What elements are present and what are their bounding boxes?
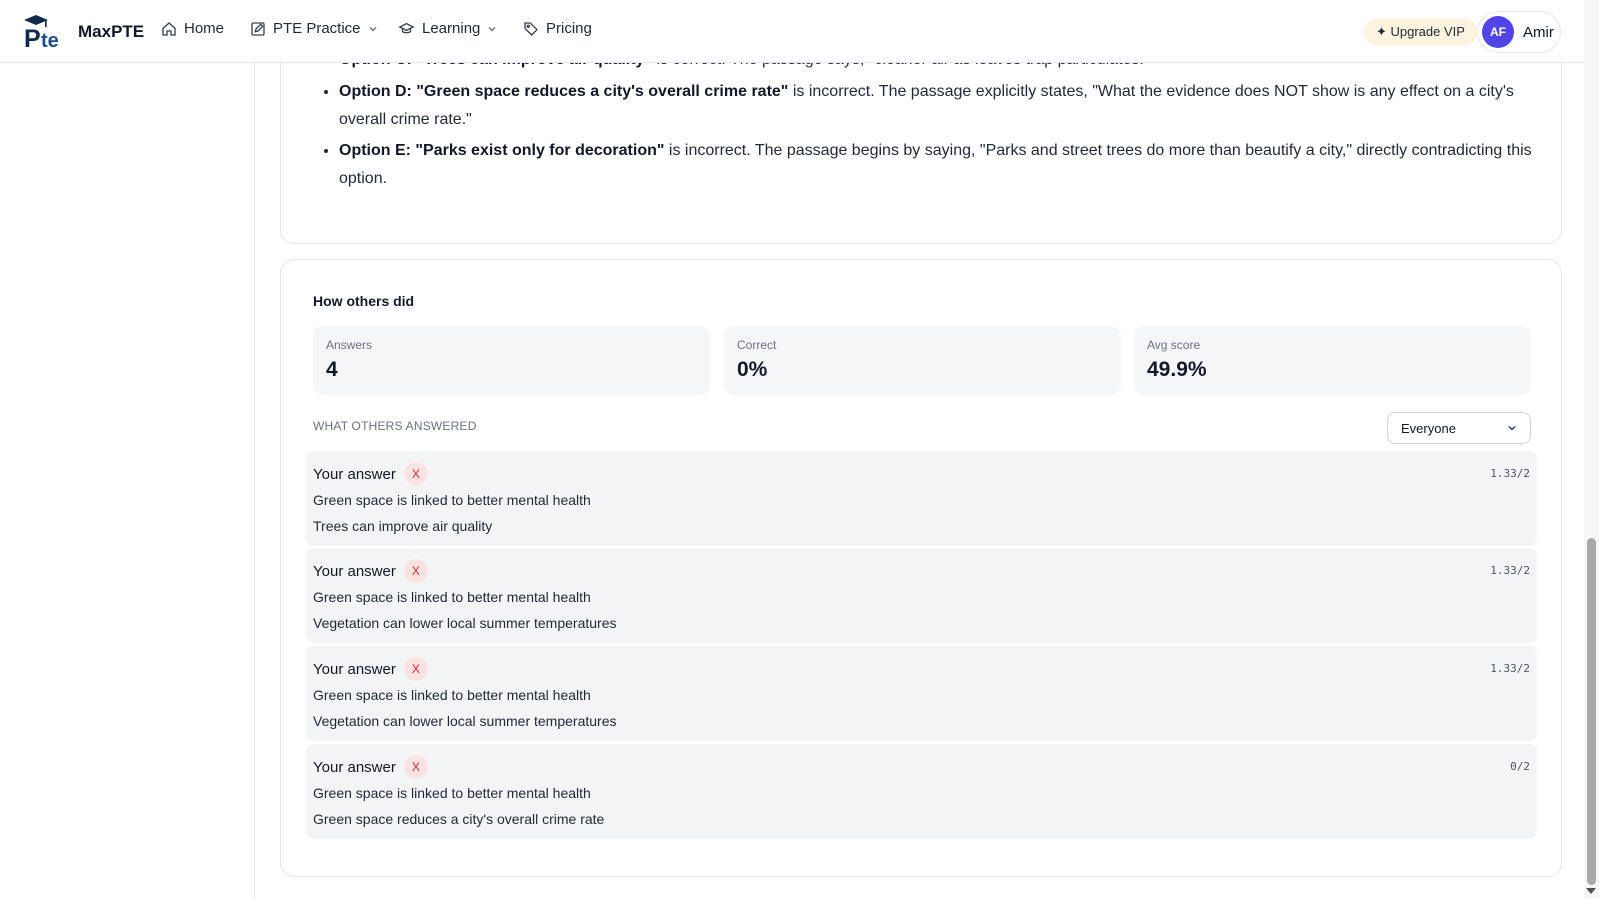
how-others-did-card: How others did Answers 4 Correct 0% Avg … (280, 259, 1562, 877)
chevron-down-icon (368, 24, 378, 34)
tag-icon (523, 21, 539, 37)
stat-value: 0% (737, 358, 768, 381)
upgrade-vip-button[interactable]: ✦ Upgrade VIP (1364, 18, 1477, 46)
answer-row: Your answer X 1.33/2 Green space is link… (306, 548, 1537, 643)
nav-pte-practice-label: PTE Practice (273, 20, 361, 37)
stat-value: 4 (326, 358, 338, 381)
incorrect-badge: X (403, 755, 428, 779)
answer-choice: Green space is linked to better mental h… (313, 589, 591, 605)
explanation-item: Option E: "Parks exist only for decorati… (339, 137, 1539, 193)
stat-label: Answers (326, 338, 373, 352)
stat-avg-score: Avg score 49.9% (1134, 326, 1531, 395)
answer-label: Your answer (313, 758, 396, 776)
logo-text: MaxPTE (78, 22, 145, 41)
answer-choice: Trees can improve air quality (313, 518, 493, 534)
answer-label: Your answer (313, 660, 396, 678)
top-navigation: P te MaxPTE Home PTE Practice Learning P… (0, 0, 1584, 63)
answer-row: Your answer X 1.33/2 Green space is link… (306, 451, 1537, 546)
chevron-down-icon (1506, 422, 1518, 437)
edit-icon (250, 21, 266, 37)
explanation-item: Option D: "Green space reduces a city's … (339, 78, 1539, 134)
nav-learning[interactable]: Learning (398, 20, 497, 37)
nav-pricing-label: Pricing (546, 20, 592, 37)
answer-row: Your answer X 1.33/2 Green space is link… (306, 646, 1537, 741)
nav-home[interactable]: Home (161, 20, 224, 37)
sidebar (0, 63, 255, 899)
home-icon (161, 21, 177, 37)
nav-pte-practice[interactable]: PTE Practice (250, 20, 378, 37)
answer-score: 1.33/2 (1490, 662, 1530, 675)
answer-label: Your answer (313, 562, 396, 580)
stat-correct: Correct 0% (724, 326, 1121, 395)
user-menu[interactable]: AF Amir (1477, 11, 1561, 53)
stat-value: 49.9% (1147, 358, 1207, 381)
filter-selected-value: Everyone (1401, 420, 1456, 436)
logo[interactable]: P te MaxPTE (22, 14, 145, 53)
audience-filter-select[interactable]: Everyone (1387, 412, 1531, 444)
answer-choice: Green space reduces a city's overall cri… (313, 811, 605, 827)
svg-text:P: P (24, 25, 41, 50)
answer-choice: Vegetation can lower local summer temper… (313, 713, 617, 729)
explanation-option-title: Option D: "Green space reduces a city's … (339, 83, 789, 100)
graduation-cap-icon (398, 21, 415, 37)
answer-header: Your answer X (313, 462, 428, 486)
explanation-option-title: Option E: "Parks exist only for decorati… (339, 142, 665, 159)
user-name: Amir (1523, 23, 1554, 41)
incorrect-badge: X (403, 462, 428, 486)
chevron-down-icon (487, 24, 497, 34)
nav-pricing[interactable]: Pricing (523, 20, 592, 37)
pte-logo-icon: P te (22, 14, 68, 53)
stat-label: Correct (737, 338, 777, 352)
nav-home-label: Home (184, 20, 225, 37)
section-title: How others did (313, 293, 415, 309)
incorrect-badge: X (403, 657, 428, 681)
incorrect-badge: X (403, 559, 428, 583)
what-others-answered-label: WHAT OTHERS ANSWERED (313, 419, 477, 433)
answer-score: 1.33/2 (1490, 467, 1530, 480)
answer-row: Your answer X 0/2 Green space is linked … (306, 744, 1537, 839)
answer-header: Your answer X (313, 559, 428, 583)
stat-answers: Answers 4 (313, 326, 710, 395)
answer-choice: Vegetation can lower local summer temper… (313, 615, 617, 631)
answer-header: Your answer X (313, 755, 428, 779)
answer-choice: Green space is linked to better mental h… (313, 687, 591, 703)
svg-text:te: te (41, 30, 59, 50)
stat-label: Avg score (1147, 338, 1201, 352)
upgrade-vip-label: ✦ Upgrade VIP (1376, 24, 1465, 39)
answer-label: Your answer (313, 465, 396, 483)
scroll-down-arrow-icon[interactable] (1586, 888, 1596, 894)
nav-learning-label: Learning (422, 20, 481, 37)
answer-score: 0/2 (1510, 760, 1530, 773)
answer-header: Your answer X (313, 657, 428, 681)
page-scrollbar[interactable] (1584, 0, 1599, 899)
answer-choice: Green space is linked to better mental h… (313, 785, 591, 801)
scrollbar-thumb[interactable] (1587, 538, 1596, 885)
avatar: AF (1482, 16, 1514, 48)
answer-score: 1.33/2 (1490, 564, 1530, 577)
answer-choice: Green space is linked to better mental h… (313, 492, 591, 508)
